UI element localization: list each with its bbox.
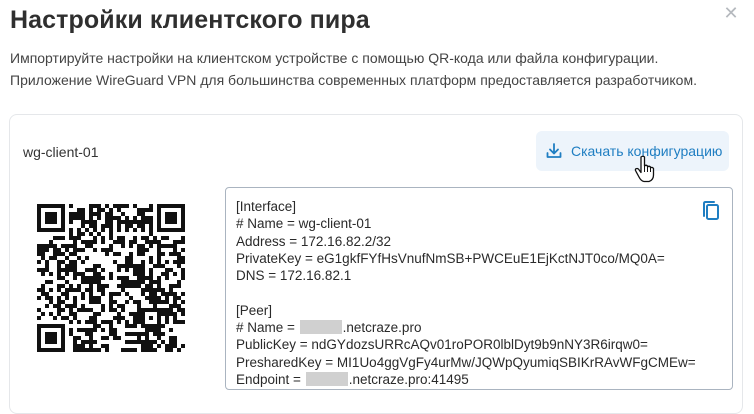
config-textarea[interactable]: [Interface] # Name = wg-client-01 Addres… [225, 187, 733, 390]
config-peer-name-suffix: .netcraze.pro [342, 320, 422, 336]
config-address: Address = 172.16.82.2/32 [236, 233, 391, 249]
redacted-block [305, 371, 348, 386]
copy-icon[interactable] [701, 200, 721, 222]
config-interface-name: # Name = wg-client-01 [236, 216, 372, 232]
config-blank-line [236, 284, 732, 301]
config-peer-name: # Name = .netcraze.pro [236, 319, 732, 336]
close-icon[interactable]: ✕ [722, 4, 740, 22]
config-public-key: PublicKey = ndGYdozsURRcAQv01roPOR0lblDy… [236, 337, 648, 353]
peer-config-panel: wg-client-01 Скачать конфигурацию [Inter… [9, 114, 743, 414]
download-config-button[interactable]: Скачать конфигурацию [536, 131, 729, 171]
config-dns: DNS = 172.16.82.1 [236, 268, 352, 284]
config-endpoint: Endpoint = .netcraze.pro:41495 [236, 371, 732, 388]
config-private-key: PrivateKey = eG1gkfFYfHsVnufNmSB+PWCEuE1… [236, 250, 665, 266]
redacted-block [299, 320, 342, 335]
config-preshared-key: PresharedKey = MI1Uo4ggVgFy4urMw/JQWpQyu… [236, 354, 696, 370]
download-icon [545, 142, 563, 160]
hand-pointer-cursor [634, 155, 655, 183]
config-endpoint-prefix: Endpoint = [236, 371, 305, 387]
description-line-2: Приложение WireGuard VPN для большинства… [10, 72, 697, 88]
qr-code [37, 204, 185, 352]
config-interface-header: [Interface] [236, 199, 297, 214]
peer-name: wg-client-01 [23, 144, 99, 160]
dialog-description: Импортируйте настройки на клиентском уст… [10, 47, 740, 91]
config-endpoint-suffix: .netcraze.pro:41495 [348, 371, 469, 387]
config-peer-header: [Peer] [236, 302, 273, 318]
config-peer-name-prefix: # Name = [236, 320, 299, 336]
dialog-title: Настройки клиентского пира [10, 6, 370, 34]
description-line-1: Импортируйте настройки на клиентском уст… [10, 50, 659, 66]
